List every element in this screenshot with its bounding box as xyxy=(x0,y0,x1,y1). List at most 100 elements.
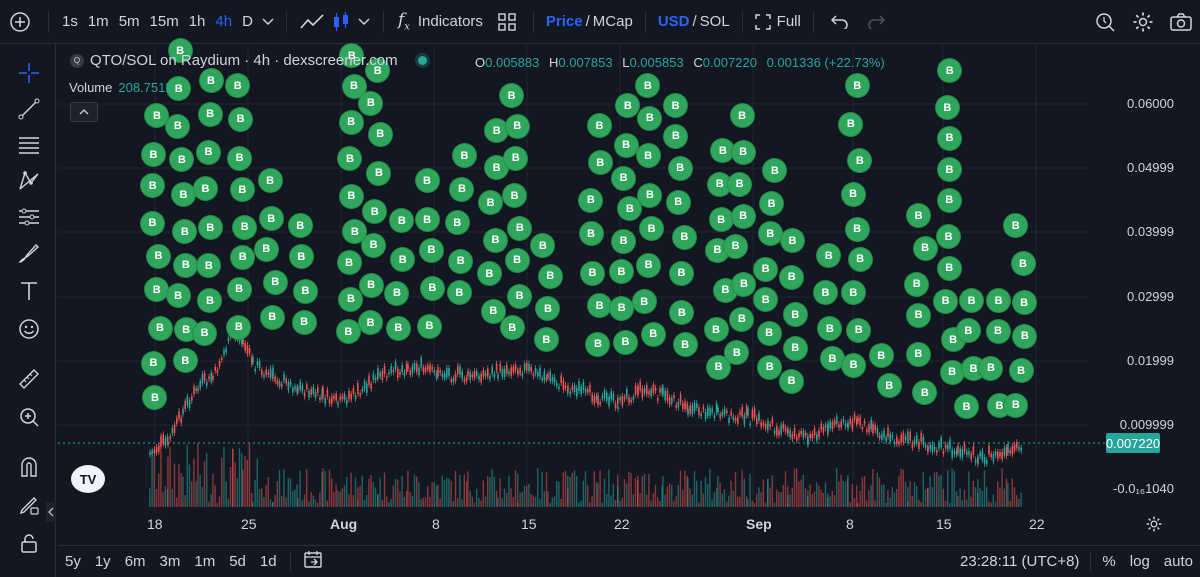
buy-marker[interactable]: B xyxy=(362,233,386,257)
range-1d[interactable]: 1d xyxy=(253,553,284,570)
fib-retracement-icon[interactable] xyxy=(14,130,44,160)
buy-marker[interactable]: B xyxy=(754,257,778,281)
buy-marker[interactable]: B xyxy=(339,287,363,311)
buy-marker[interactable]: B xyxy=(417,314,441,338)
buy-marker[interactable]: B xyxy=(813,281,837,305)
range-5y[interactable]: 5y xyxy=(58,553,88,570)
buy-marker[interactable]: B xyxy=(385,281,409,305)
add-symbol-button[interactable] xyxy=(0,7,40,37)
buy-marker[interactable]: B xyxy=(1009,359,1033,383)
buy-marker[interactable]: B xyxy=(174,253,198,277)
buy-marker[interactable]: B xyxy=(672,225,696,249)
buy-marker[interactable]: B xyxy=(141,143,165,167)
buy-marker[interactable]: B xyxy=(641,322,665,346)
buy-marker[interactable]: B xyxy=(505,248,529,272)
buy-marker[interactable]: B xyxy=(937,188,961,212)
buy-marker[interactable]: B xyxy=(229,107,253,131)
buy-marker[interactable]: B xyxy=(913,236,937,260)
buy-marker[interactable]: B xyxy=(147,244,171,268)
buy-marker[interactable]: B xyxy=(368,122,392,146)
buy-marker[interactable]: B xyxy=(227,277,251,301)
buy-marker[interactable]: B xyxy=(508,284,532,308)
buy-marker[interactable]: B xyxy=(359,273,383,297)
line-chart-icon[interactable] xyxy=(295,7,329,37)
buy-marker[interactable]: B xyxy=(504,146,528,170)
range-3m[interactable]: 3m xyxy=(153,553,188,570)
buy-marker[interactable]: B xyxy=(780,265,804,289)
buy-marker[interactable]: B xyxy=(841,281,865,305)
buy-marker[interactable]: B xyxy=(1011,252,1035,276)
zoom-in-icon[interactable] xyxy=(14,402,44,432)
buy-marker[interactable]: B xyxy=(758,355,782,379)
buy-marker[interactable]: B xyxy=(197,140,221,164)
buy-marker[interactable]: B xyxy=(841,182,865,206)
buy-marker[interactable]: B xyxy=(198,102,222,126)
buy-marker[interactable]: B xyxy=(359,91,383,115)
buy-marker[interactable]: B xyxy=(848,247,872,271)
buy-marker[interactable]: B xyxy=(845,74,869,97)
buy-marker[interactable]: B xyxy=(610,296,634,320)
range-1y[interactable]: 1y xyxy=(88,553,118,570)
buy-marker[interactable]: B xyxy=(847,318,871,342)
buy-marker[interactable]: B xyxy=(614,133,638,157)
buy-marker[interactable]: B xyxy=(907,303,931,327)
buy-marker[interactable]: B xyxy=(339,184,363,208)
buy-marker[interactable]: B xyxy=(612,166,636,190)
buy-marker[interactable]: B xyxy=(483,228,507,252)
buy-marker[interactable]: B xyxy=(666,190,690,214)
buy-marker[interactable]: B xyxy=(780,229,804,252)
buy-marker[interactable]: B xyxy=(935,96,959,120)
buy-marker[interactable]: B xyxy=(233,215,257,239)
buy-marker[interactable]: B xyxy=(724,234,748,258)
buy-marker[interactable]: B xyxy=(505,114,529,138)
buy-marker[interactable]: B xyxy=(758,222,782,246)
buy-marker[interactable]: B xyxy=(636,144,660,168)
chevron-down-icon[interactable] xyxy=(258,7,278,37)
buy-marker[interactable]: B xyxy=(289,245,313,268)
forecast-icon[interactable] xyxy=(14,202,44,232)
buy-marker[interactable]: B xyxy=(449,249,473,273)
buy-marker[interactable]: B xyxy=(612,229,636,253)
ruler-icon[interactable] xyxy=(14,364,44,394)
buy-marker[interactable]: B xyxy=(263,270,287,294)
buy-marker[interactable]: B xyxy=(934,289,958,313)
buy-marker[interactable]: B xyxy=(477,262,501,286)
buy-marker[interactable]: B xyxy=(731,140,755,164)
buy-marker[interactable]: B xyxy=(842,353,866,377)
price-mcap-toggle[interactable]: Price / MCap xyxy=(542,7,637,37)
buy-marker[interactable]: B xyxy=(783,336,807,360)
buy-marker[interactable]: B xyxy=(709,208,733,232)
buy-marker[interactable]: B xyxy=(845,217,869,241)
buy-marker[interactable]: B xyxy=(481,299,505,323)
timeframe-1s[interactable]: 1s xyxy=(57,7,83,37)
timeframe-d[interactable]: D xyxy=(237,7,258,37)
buy-marker[interactable]: B xyxy=(670,261,693,285)
buy-marker[interactable]: B xyxy=(148,316,172,340)
buy-marker[interactable]: B xyxy=(508,216,532,240)
buy-marker[interactable]: B xyxy=(987,289,1011,312)
lock-pencil-icon[interactable] xyxy=(14,490,44,520)
buy-marker[interactable]: B xyxy=(419,238,443,262)
buy-marker[interactable]: B xyxy=(1004,393,1028,417)
clock-time[interactable]: 23:28:11 (UTC+8) xyxy=(953,553,1086,570)
usd-sol-toggle[interactable]: USD / SOL xyxy=(654,7,734,37)
collapse-legend-button[interactable] xyxy=(70,102,98,122)
timeframe-5m[interactable]: 5m xyxy=(114,7,145,37)
range-6m[interactable]: 6m xyxy=(118,553,153,570)
buy-marker[interactable]: B xyxy=(757,321,781,345)
buy-marker[interactable]: B xyxy=(938,126,962,150)
buy-marker[interactable]: B xyxy=(637,253,661,277)
buy-marker[interactable]: B xyxy=(173,349,197,373)
fullscreen-button[interactable]: Full xyxy=(751,7,805,37)
buy-marker[interactable]: B xyxy=(664,94,688,117)
buy-marker[interactable]: B xyxy=(638,183,662,207)
emoji-icon[interactable] xyxy=(14,314,44,344)
crosshair-icon[interactable] xyxy=(14,58,44,88)
percent-toggle[interactable]: % xyxy=(1095,553,1122,570)
candles-icon[interactable] xyxy=(329,7,353,37)
buy-marker[interactable]: B xyxy=(1013,324,1037,348)
indicators-button[interactable]: fx Indicators xyxy=(392,7,489,37)
timeframe-4h[interactable]: 4h xyxy=(210,7,237,37)
buy-marker[interactable]: B xyxy=(783,303,807,326)
buy-marker[interactable]: B xyxy=(580,261,604,285)
